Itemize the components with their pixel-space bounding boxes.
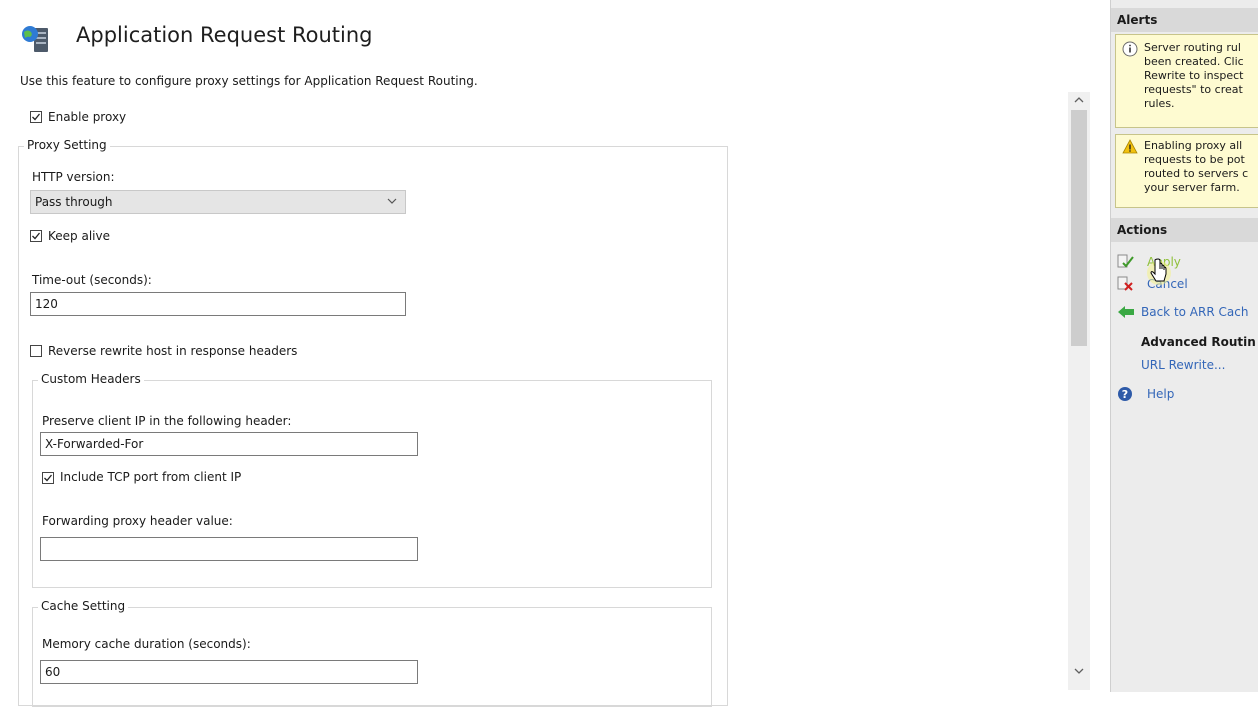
keep-alive-checkbox[interactable]	[30, 230, 42, 242]
forwarding-header-label: Forwarding proxy header value:	[42, 514, 233, 528]
info-icon	[1122, 41, 1138, 60]
advanced-routing-heading: Advanced Routin	[1141, 335, 1256, 349]
timeout-input[interactable]: 120	[30, 292, 406, 316]
proxy-setting-legend: Proxy Setting	[24, 138, 110, 152]
http-version-value: Pass through	[35, 195, 113, 209]
back-to-arr-cache-label: Back to ARR Cach	[1141, 305, 1249, 319]
chevron-down-icon	[387, 195, 397, 210]
custom-headers-legend: Custom Headers	[38, 372, 144, 386]
enable-proxy-label: Enable proxy	[48, 110, 127, 124]
reverse-rewrite-label: Reverse rewrite host in response headers	[48, 344, 298, 358]
scrollbar-thumb[interactable]	[1071, 110, 1087, 346]
cache-setting-group	[32, 607, 712, 707]
page-description: Use this feature to configure proxy sett…	[20, 74, 478, 88]
include-tcp-label: Include TCP port from client IP	[60, 470, 242, 484]
main-content: Application Request Routing Use this fea…	[0, 0, 1090, 707]
enable-proxy-checkbox[interactable]	[30, 111, 42, 123]
preserve-ip-input[interactable]: X-Forwarded-For	[40, 432, 418, 456]
alert-enabling-proxy: Enabling proxy all requests to be pot ro…	[1115, 134, 1258, 208]
keep-alive-label: Keep alive	[48, 229, 110, 243]
http-version-select[interactable]: Pass through	[30, 190, 406, 214]
timeout-label: Time-out (seconds):	[32, 273, 152, 287]
scroll-down-icon[interactable]	[1073, 665, 1085, 679]
help-icon: ?	[1117, 386, 1133, 405]
url-rewrite-link[interactable]: URL Rewrite...	[1141, 358, 1225, 372]
scroll-up-icon[interactable]	[1073, 94, 1085, 108]
alert-line: requests to be pot	[1144, 153, 1245, 166]
alert-line: Server routing rul	[1144, 41, 1241, 54]
apply-icon	[1117, 254, 1135, 273]
back-arrow-icon	[1117, 305, 1135, 322]
alert-line: Enabling proxy all	[1144, 139, 1243, 152]
forwarding-header-input[interactable]	[40, 537, 418, 561]
page-title: Application Request Routing	[76, 23, 373, 47]
alert-line: rules.	[1144, 97, 1175, 110]
alert-routing-rules: Server routing rul been created. Clic Re…	[1115, 34, 1258, 128]
alerts-header: Alerts	[1111, 8, 1258, 32]
memory-cache-input[interactable]: 60	[40, 660, 418, 684]
help-label: Help	[1147, 387, 1175, 401]
actions-pane: Alerts Server routing rul been created. …	[1110, 0, 1258, 692]
include-tcp-checkbox[interactable]	[42, 472, 54, 484]
cancel-icon	[1117, 276, 1135, 295]
memory-cache-label: Memory cache duration (seconds):	[42, 637, 251, 651]
actions-header: Actions	[1111, 218, 1258, 242]
svg-text:?: ?	[1122, 388, 1128, 401]
http-version-label: HTTP version:	[32, 170, 115, 184]
alert-line: routed to servers c	[1144, 167, 1249, 180]
hand-cursor-icon	[1147, 258, 1171, 291]
reverse-rewrite-checkbox[interactable]	[30, 345, 42, 357]
alert-line: your server farm.	[1144, 181, 1240, 194]
alert-line: been created. Clic	[1144, 55, 1244, 68]
preserve-ip-label: Preserve client IP in the following head…	[42, 414, 292, 428]
alert-line: Rewrite to inspect	[1144, 69, 1244, 82]
server-globe-icon	[20, 24, 54, 56]
alert-line: requests" to creat	[1144, 83, 1243, 96]
cache-setting-legend: Cache Setting	[38, 599, 129, 613]
warning-icon	[1122, 139, 1138, 158]
